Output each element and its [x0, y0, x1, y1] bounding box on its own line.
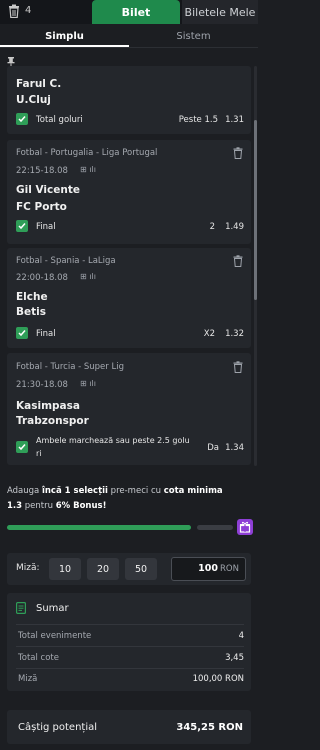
stake-value: 100 — [198, 563, 218, 574]
pick: X2 — [203, 329, 215, 339]
selection-checkbox[interactable] — [16, 441, 28, 453]
bonus-text-4: pentru — [22, 501, 56, 511]
away-team: Betis — [16, 306, 46, 318]
away-team: FC Porto — [16, 201, 67, 213]
bonus-message: Adauga încă 1 selecții pre-meci cu cota … — [7, 484, 251, 514]
bonus-text-1: Adauga — [7, 486, 42, 496]
stake-row: Miză: 10 20 50 100 RON — [7, 553, 251, 585]
total-odds-label: Total cote — [18, 653, 59, 663]
gift-glyph — [239, 521, 251, 533]
home-team: Elche — [16, 291, 48, 303]
potential-win-label: Câștig potențial — [18, 722, 98, 733]
market-name-line2: ri — [36, 449, 42, 458]
odd: 1.34 — [225, 443, 244, 453]
summary-panel: Sumar Total evenimente 4 Total cote 3,45… — [7, 593, 251, 691]
event-time: 21:30-18.08 — [16, 380, 68, 390]
scoreboard-icon[interactable]: ⊞ ılı — [80, 272, 96, 281]
potential-win: Câștig potențial 345,25 RON — [7, 710, 251, 744]
league-name: Fotbal - Spania - LaLiga — [16, 256, 116, 266]
stake-chip-20[interactable]: 20 — [87, 558, 119, 580]
bonus-text-3: cu — [150, 486, 164, 496]
bonus-progress-bar — [7, 525, 233, 530]
progress-remaining — [197, 525, 233, 530]
total-events-value: 4 — [238, 631, 244, 641]
check-icon — [18, 330, 26, 337]
divider — [16, 646, 244, 647]
stake-summary-value: 100,00 RON — [192, 674, 244, 684]
market-name-line1: Ambele marchează sau peste 2.5 golu — [36, 436, 190, 445]
selection-checkbox[interactable] — [16, 220, 28, 232]
stake-currency: RON — [220, 564, 239, 574]
league-name: Fotbal - Portugalia - Liga Portugal — [16, 148, 158, 158]
divider — [16, 624, 244, 625]
pick: Da — [207, 443, 219, 453]
top-bar: 4 Bilet Biletele Mele — [0, 0, 258, 24]
tab-bilet[interactable]: Bilet — [92, 0, 180, 24]
away-team: U.Cluj — [16, 94, 51, 106]
stake-chip-10[interactable]: 10 — [49, 558, 81, 580]
selection-card: Farul C. U.Cluj Total goluri Peste 1.5 1… — [7, 66, 251, 134]
home-team: Kasimpasa — [16, 400, 80, 412]
potential-win-value: 345,25 RON — [176, 722, 243, 733]
trash-icon[interactable] — [8, 4, 20, 18]
market-name: Final — [36, 222, 56, 232]
home-team: Gil Vicente — [16, 184, 80, 196]
gift-icon[interactable] — [237, 519, 253, 535]
trash-icon[interactable] — [233, 255, 243, 267]
check-icon — [18, 116, 26, 123]
bonus-text-2: pre-meci — [107, 486, 151, 496]
bonus-highlight-4: 6% Bonus — [55, 501, 103, 511]
trash-icon[interactable] — [233, 361, 243, 373]
divider — [0, 47, 258, 48]
check-icon — [18, 444, 26, 451]
bonus-text-5: ! — [102, 501, 107, 511]
bonus-highlight-3: 1.3 — [7, 501, 23, 511]
odd: 1.49 — [225, 222, 244, 232]
scoreboard-icon[interactable]: ⊞ ılı — [80, 379, 96, 388]
progress-fill — [7, 525, 191, 530]
event-time: 22:15-18.08 — [16, 166, 68, 176]
market-name: Final — [36, 329, 56, 339]
market-name: Total goluri — [36, 115, 83, 125]
tab-sistem[interactable]: Sistem — [129, 24, 258, 48]
summary-title: Sumar — [36, 603, 69, 614]
tab-biletele-mele[interactable]: Biletele Mele — [182, 0, 258, 24]
divider — [16, 668, 244, 669]
check-icon — [18, 223, 26, 230]
stake-input[interactable]: 100 RON — [171, 557, 246, 581]
stake-chip-50[interactable]: 50 — [125, 558, 157, 580]
stake-label: Miză: — [16, 563, 40, 573]
trash-icon[interactable] — [233, 147, 243, 159]
league-name: Fotbal - Turcia - Super Lig — [16, 362, 124, 372]
odd: 1.32 — [225, 329, 244, 339]
scoreboard-icon[interactable]: ⊞ ılı — [80, 165, 96, 174]
home-team: Farul C. — [16, 78, 62, 90]
selection-card: Fotbal - Spania - LaLiga 22:00-18.08 ⊞ ı… — [7, 248, 251, 348]
selection-card: Fotbal - Portugalia - Liga Portugal 22:1… — [7, 140, 251, 244]
selection-card: Fotbal - Turcia - Super Lig 21:30-18.08 … — [7, 353, 251, 465]
pick: Peste 1.5 — [178, 115, 218, 125]
selection-count: 4 — [25, 5, 32, 16]
bonus-highlight-2: cota minima — [163, 486, 223, 496]
away-team: Trabzonspor — [16, 415, 89, 427]
total-events-label: Total evenimente — [18, 631, 92, 641]
pick: 2 — [209, 222, 215, 232]
bonus-highlight-1: încă 1 selecții — [41, 486, 108, 496]
total-odds-value: 3,45 — [225, 653, 244, 663]
selection-checkbox[interactable] — [16, 113, 28, 125]
odd: 1.31 — [225, 115, 244, 125]
event-time: 22:00-18.08 — [16, 273, 68, 283]
receipt-icon — [16, 602, 26, 614]
scrollbar-thumb[interactable] — [254, 120, 257, 300]
selection-checkbox[interactable] — [16, 327, 28, 339]
stake-summary-label: Miză — [18, 674, 38, 684]
